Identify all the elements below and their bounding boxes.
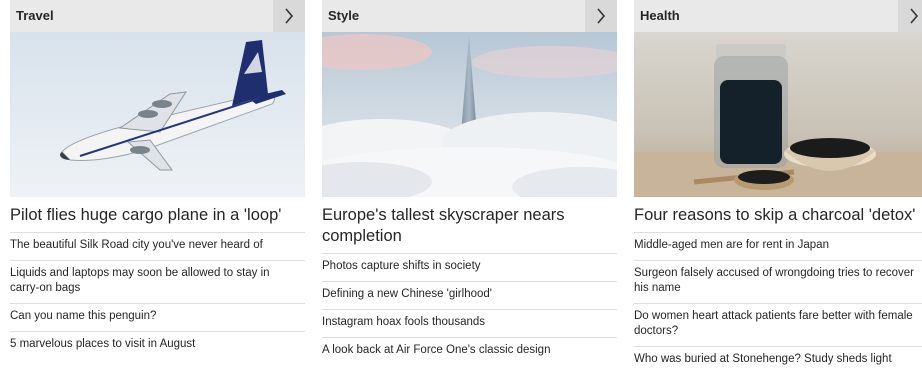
section-health: Health Four reasons to skip a charcoal '… <box>634 0 922 374</box>
story-link[interactable]: Photos capture shifts in society <box>322 253 617 281</box>
chevron-right-icon <box>910 8 919 24</box>
section-title[interactable]: Health <box>640 8 680 23</box>
section-style: Style Europe's tallest skyscraper nears … <box>322 0 617 365</box>
story-link[interactable]: Who was buried at Stonehenge? Study shed… <box>634 346 922 374</box>
story-link[interactable]: Do women heart attack patients fare bett… <box>634 303 922 346</box>
section-travel: Travel Pilot flies huge cargo plane in a… <box>10 0 305 359</box>
section-title[interactable]: Travel <box>16 8 54 23</box>
next-button[interactable] <box>585 0 617 32</box>
chevron-right-icon <box>285 8 294 24</box>
next-button[interactable] <box>273 0 305 32</box>
story-link[interactable]: A look back at Air Force One's classic d… <box>322 337 617 365</box>
story-link[interactable]: Instagram hoax fools thousands <box>322 309 617 337</box>
story-link[interactable]: Can you name this penguin? <box>10 303 305 331</box>
story-list: The beautiful Silk Road city you've neve… <box>10 232 305 359</box>
next-button[interactable] <box>898 0 922 32</box>
charcoal-image[interactable] <box>634 32 922 197</box>
story-list: Photos capture shifts in society Definin… <box>322 253 617 365</box>
headline-link[interactable]: Europe's tallest skyscraper nears comple… <box>322 205 617 247</box>
story-link[interactable]: Liquids and laptops may soon be allowed … <box>10 260 305 303</box>
section-header: Style <box>322 0 617 32</box>
skyscraper-image[interactable] <box>322 32 617 197</box>
cargo-plane-image[interactable] <box>10 32 305 197</box>
story-link[interactable]: 5 marvelous places to visit in August <box>10 331 305 359</box>
story-link[interactable]: Middle-aged men are for rent in Japan <box>634 232 922 260</box>
section-header: Health <box>634 0 922 32</box>
story-link[interactable]: The beautiful Silk Road city you've neve… <box>10 232 305 260</box>
chevron-right-icon <box>597 8 606 24</box>
headline-link[interactable]: Pilot flies huge cargo plane in a 'loop' <box>10 205 305 226</box>
section-title[interactable]: Style <box>328 8 359 23</box>
story-link[interactable]: Surgeon falsely accused of wrongdoing tr… <box>634 260 922 303</box>
story-list: Middle-aged men are for rent in Japan Su… <box>634 232 922 374</box>
section-header: Travel <box>10 0 305 32</box>
story-link[interactable]: Defining a new Chinese 'girlhood' <box>322 281 617 309</box>
headline-link[interactable]: Four reasons to skip a charcoal 'detox' <box>634 205 922 226</box>
